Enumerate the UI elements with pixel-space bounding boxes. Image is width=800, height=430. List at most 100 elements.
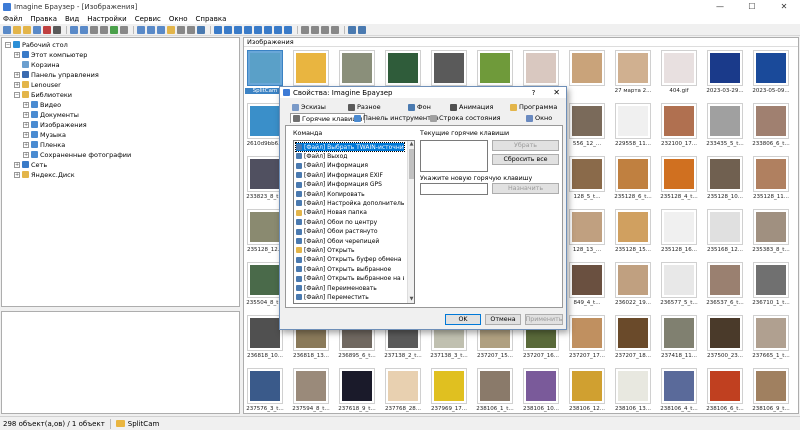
tree-node[interactable]: + Документы bbox=[23, 110, 79, 119]
thumbnail[interactable] bbox=[339, 368, 375, 404]
command-list-item[interactable]: [Файл] Настройка дополнительных прог bbox=[296, 199, 404, 207]
toolbar-button-icon[interactable] bbox=[234, 25, 242, 34]
toolbar-button-icon[interactable] bbox=[197, 25, 205, 34]
command-list-item[interactable]: [Файл] Открыть bbox=[296, 246, 404, 254]
toolbar-button-icon[interactable] bbox=[53, 25, 61, 34]
toolbar-button-icon[interactable] bbox=[147, 25, 155, 34]
toolbar-button-icon[interactable] bbox=[23, 25, 31, 34]
thumbnail[interactable] bbox=[707, 209, 743, 245]
command-list-item[interactable]: [Файл] Копировать bbox=[296, 190, 404, 198]
command-list-item[interactable]: [Файл] Открыть выбранное на весь экр bbox=[296, 275, 404, 283]
dialog-tab[interactable]: Разное bbox=[348, 102, 381, 112]
command-list-scrollbar[interactable]: ▲ ▼ bbox=[407, 141, 414, 303]
thumbnail[interactable] bbox=[615, 156, 651, 192]
thumbnail[interactable] bbox=[569, 209, 605, 245]
expander-icon[interactable]: + bbox=[14, 51, 20, 58]
ok-button[interactable]: OK bbox=[445, 314, 481, 325]
thumbnail[interactable] bbox=[293, 50, 329, 86]
thumbnail[interactable] bbox=[661, 209, 697, 245]
command-list-item[interactable]: [Файл] Обои по центру bbox=[296, 218, 404, 226]
thumbnail[interactable] bbox=[615, 368, 651, 404]
thumbnail[interactable] bbox=[661, 262, 697, 298]
thumbnail[interactable] bbox=[477, 368, 513, 404]
toolbar-button-icon[interactable] bbox=[311, 25, 319, 34]
toolbar-button-icon[interactable] bbox=[110, 25, 118, 34]
cancel-button[interactable]: Отмена bbox=[485, 314, 521, 325]
toolbar-button-icon[interactable] bbox=[120, 25, 128, 34]
thumbnail[interactable] bbox=[615, 50, 651, 86]
assign-button[interactable]: Назначить bbox=[492, 183, 559, 194]
thumbnail[interactable] bbox=[753, 209, 789, 245]
tree-node[interactable]: Корзина bbox=[14, 60, 60, 69]
thumbnail[interactable] bbox=[753, 368, 789, 404]
expander-icon[interactable]: + bbox=[14, 81, 20, 88]
thumbnail[interactable] bbox=[615, 103, 651, 139]
expander-icon[interactable]: + bbox=[14, 71, 20, 78]
thumbnail[interactable] bbox=[247, 50, 283, 86]
dialog-tab[interactable]: Фон bbox=[408, 102, 431, 112]
maximize-button[interactable]: ☐ bbox=[736, 2, 768, 11]
thumbnail[interactable] bbox=[247, 262, 283, 298]
thumbnail[interactable] bbox=[247, 156, 283, 192]
menu-edit[interactable]: Правка bbox=[30, 15, 57, 23]
expander-icon[interactable]: − bbox=[14, 91, 20, 98]
thumbnail[interactable] bbox=[339, 50, 375, 86]
toolbar-button-icon[interactable] bbox=[264, 25, 272, 34]
toolbar-button-icon[interactable] bbox=[348, 25, 356, 34]
toolbar-button-icon[interactable] bbox=[157, 25, 165, 34]
command-list-item[interactable]: [Файл] Информация bbox=[296, 162, 404, 170]
command-list-item[interactable]: [Файл] Обои растянуто bbox=[296, 228, 404, 236]
dialog-tab[interactable]: Панель инструментов bbox=[354, 113, 439, 123]
thumbnail[interactable] bbox=[753, 50, 789, 86]
menu-file[interactable]: Файл bbox=[3, 15, 22, 23]
tree-node[interactable]: + Пленка bbox=[23, 140, 65, 149]
scroll-up-arrow-icon[interactable]: ▲ bbox=[408, 141, 414, 148]
tree-node[interactable]: + Сеть bbox=[14, 160, 47, 169]
tree-node[interactable]: + Яндекс.Диск bbox=[14, 170, 75, 179]
thumbnail[interactable] bbox=[569, 50, 605, 86]
tree-node[interactable]: + Сохраненные фотографии bbox=[23, 150, 131, 159]
toolbar-button-icon[interactable] bbox=[274, 25, 282, 34]
command-list-item[interactable]: [Файл] Переместить bbox=[296, 293, 404, 301]
close-window-button[interactable]: ✕ bbox=[768, 2, 800, 11]
dialog-tab[interactable]: Программа bbox=[510, 102, 557, 112]
toolbar-button-icon[interactable] bbox=[167, 25, 175, 34]
thumbnail[interactable] bbox=[569, 368, 605, 404]
thumbnail[interactable] bbox=[247, 209, 283, 245]
toolbar-button-icon[interactable] bbox=[100, 25, 108, 34]
minimize-button[interactable]: — bbox=[704, 2, 736, 11]
dialog-tab[interactable]: Эскизы bbox=[292, 102, 326, 112]
toolbar-button-icon[interactable] bbox=[254, 25, 262, 34]
thumbnail[interactable] bbox=[661, 103, 697, 139]
thumbnail[interactable] bbox=[477, 50, 513, 86]
dialog-tab[interactable]: Анимация bbox=[450, 102, 493, 112]
expander-icon[interactable]: + bbox=[23, 141, 29, 148]
thumbnail[interactable] bbox=[615, 209, 651, 245]
toolbar-button-icon[interactable] bbox=[284, 25, 292, 34]
menu-view[interactable]: Вид bbox=[65, 15, 79, 23]
tree-node[interactable]: − Рабочий стол bbox=[5, 40, 68, 49]
toolbar-button-icon[interactable] bbox=[3, 25, 11, 34]
toolbar-button-icon[interactable] bbox=[331, 25, 339, 34]
new-hotkey-input[interactable] bbox=[420, 183, 488, 195]
toolbar-button-icon[interactable] bbox=[90, 25, 98, 34]
command-list-item[interactable]: [Файл] Информация GPS bbox=[296, 181, 404, 189]
expander-icon[interactable]: + bbox=[23, 111, 29, 118]
thumbnail[interactable] bbox=[661, 156, 697, 192]
thumbnail[interactable] bbox=[615, 262, 651, 298]
menu-window[interactable]: Окно bbox=[169, 15, 188, 23]
dialog-tab[interactable]: Строка состояния bbox=[430, 113, 501, 123]
command-list-item[interactable]: [Файл] Выход bbox=[296, 152, 404, 160]
thumbnail[interactable] bbox=[247, 315, 283, 351]
expander-icon[interactable]: + bbox=[23, 101, 29, 108]
toolbar-button-icon[interactable] bbox=[177, 25, 185, 34]
command-list-item[interactable]: [Файл] Новая папка bbox=[296, 209, 404, 217]
scroll-down-arrow-icon[interactable]: ▼ bbox=[408, 296, 414, 303]
toolbar-button-icon[interactable] bbox=[13, 25, 21, 34]
thumbnail[interactable] bbox=[707, 262, 743, 298]
toolbar-button-icon[interactable] bbox=[137, 25, 145, 34]
thumbnail[interactable] bbox=[431, 50, 467, 86]
command-list-item[interactable]: [Файл] Переименовать bbox=[296, 284, 404, 292]
toolbar-button-icon[interactable] bbox=[80, 25, 88, 34]
tree-node[interactable]: + Видео bbox=[23, 100, 61, 109]
